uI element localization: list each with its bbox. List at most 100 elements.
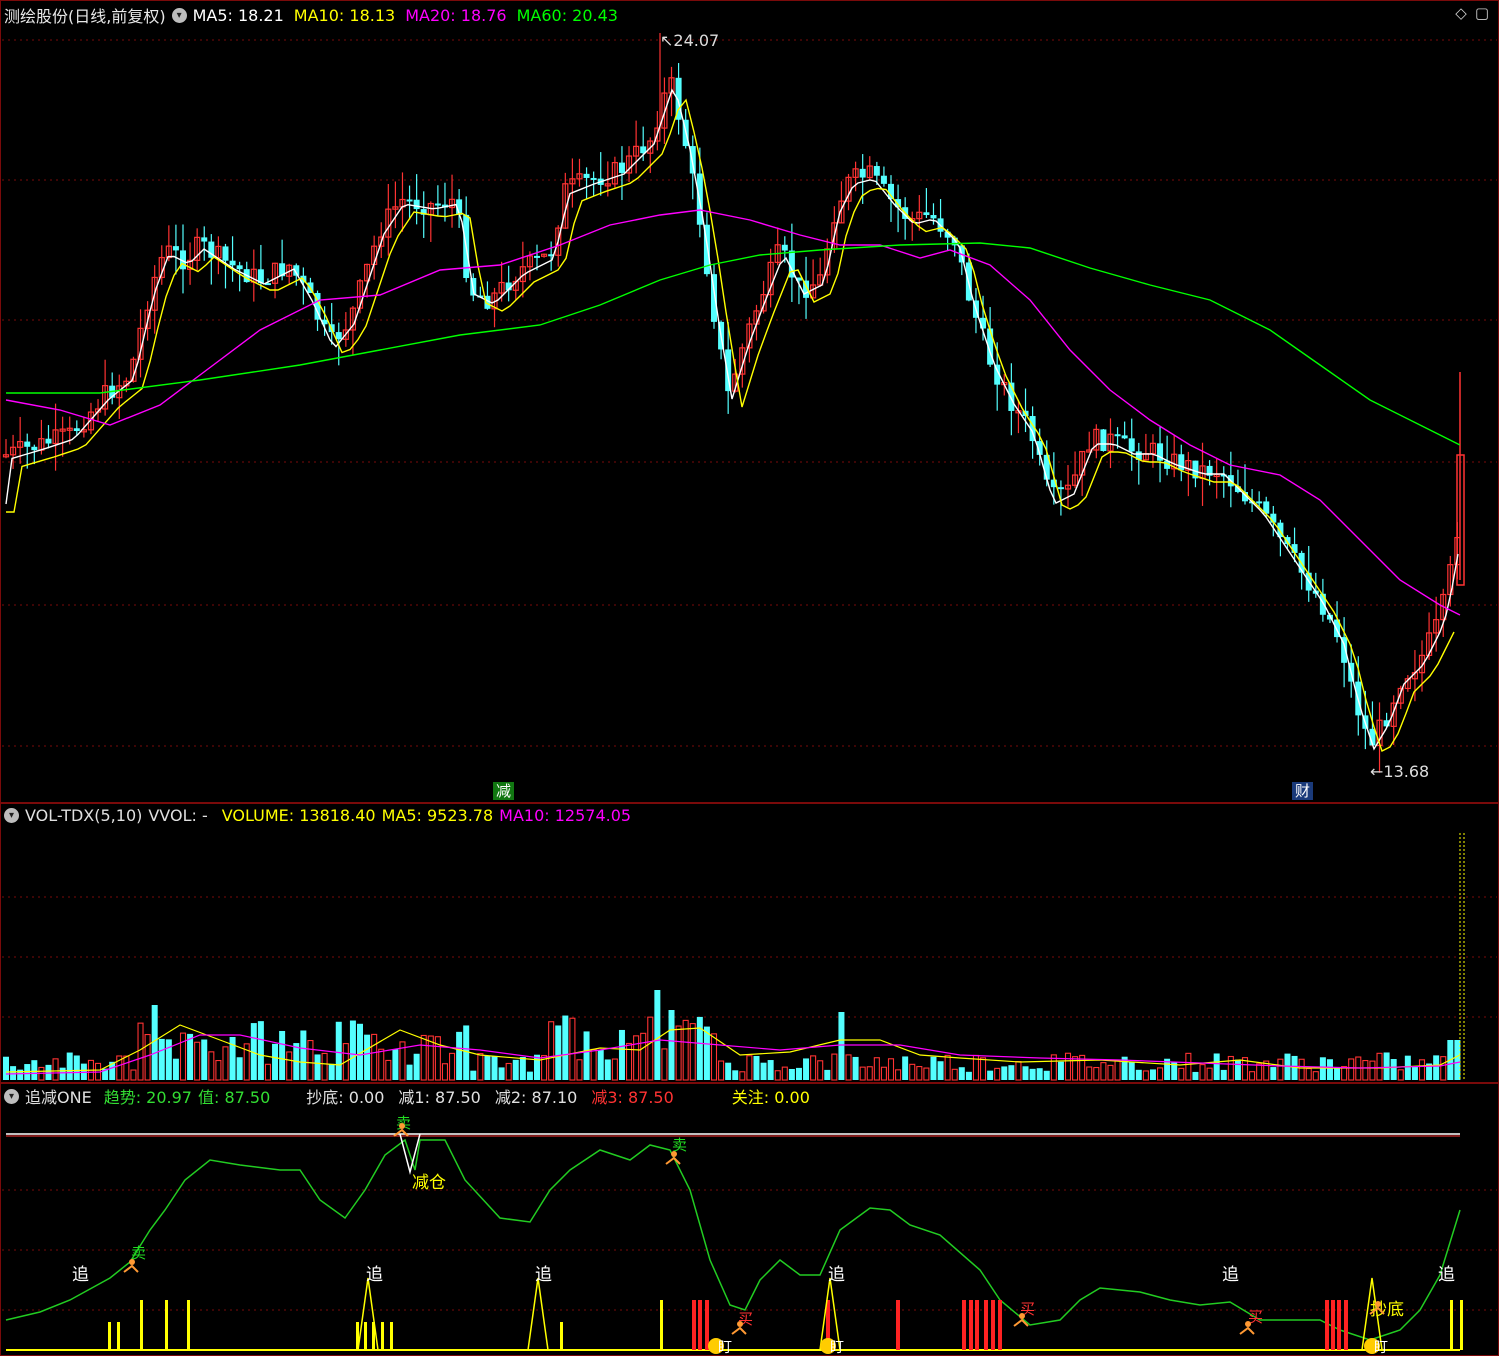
volume-bar-up <box>887 1058 895 1081</box>
volume-bar-down <box>824 1069 831 1080</box>
candle-body-down <box>873 166 880 176</box>
volume-bar-up <box>633 1035 640 1081</box>
signal-bar-yellow <box>140 1300 143 1350</box>
volume-bar-down <box>484 1055 491 1080</box>
signal-bar-red <box>991 1300 995 1350</box>
ma60-line <box>6 242 1461 446</box>
volume-bar-up <box>916 1066 923 1081</box>
vol-ma10-line <box>5 1034 1461 1075</box>
runner-icon <box>731 1326 747 1335</box>
volume-bar-down <box>958 1067 965 1080</box>
candle-body-down <box>1121 435 1128 439</box>
ma-labels: MA5: 18.21 MA10: 18.13 MA20: 18.76 MA60: 20… <box>193 6 618 25</box>
indicator-name[interactable]: 追减ONE <box>25 1084 92 1108</box>
chevron-down-icon[interactable]: ▾ <box>171 7 187 23</box>
volume-bar-up <box>1093 1066 1100 1081</box>
volume-bar-up <box>222 1046 229 1081</box>
volume-bar-down <box>349 1020 356 1080</box>
volume-bar-up <box>385 1059 392 1081</box>
volume-bar-up <box>873 1057 880 1081</box>
candle-body-down <box>923 212 930 216</box>
chart-canvas[interactable]: 追追追追追追减仓抄底卖卖卖买买 买盯盯盯 <box>0 0 1499 1356</box>
volume-bar-up <box>1199 1064 1206 1081</box>
volume-bar-down <box>392 1049 399 1080</box>
volume-bar-down <box>512 1059 519 1080</box>
ma5-line <box>5 88 1459 751</box>
diamond-icon[interactable]: ◇ <box>1455 4 1467 22</box>
candle-body-down <box>31 446 38 451</box>
volume-bar-up <box>1376 1052 1383 1081</box>
signal-bar-red <box>698 1300 702 1350</box>
ma-label-1: MA10: 18.13 <box>293 5 396 25</box>
volume-bar-up <box>215 1059 222 1081</box>
signal-bar-red <box>1331 1300 1335 1350</box>
volume-value: VOLUME: 13818.40 <box>221 805 376 825</box>
signal-bar-yellow <box>390 1322 393 1350</box>
volume-bar-down <box>1036 1068 1043 1080</box>
volume-bar-down <box>519 1056 526 1080</box>
volume-bar-up <box>123 1055 130 1081</box>
volume-bar-down <box>930 1056 937 1080</box>
window-icon[interactable]: ▢ <box>1475 4 1489 22</box>
volume-bar-up <box>1369 1060 1376 1081</box>
volume-bar-down <box>1135 1069 1142 1080</box>
ding-label: 盯 <box>1374 1340 1388 1356</box>
jian1-value: 减1: 87.50 <box>398 1088 481 1107</box>
volume-bar-up <box>647 1016 654 1081</box>
candle-body-down <box>1178 454 1185 471</box>
indicator-panel-header: ▾ 追减ONE 趋势: 20.97 值: 87.50 抄底: 0.00 减1: … <box>4 1085 810 1107</box>
volume-bar-down <box>201 1039 208 1080</box>
volume-bar-down <box>965 1071 972 1080</box>
volume-bar-up <box>746 1055 753 1081</box>
volume-bar-up <box>1341 1066 1348 1081</box>
volume-bar-up <box>718 1060 725 1081</box>
chevron-down-icon[interactable]: ▾ <box>4 1088 19 1104</box>
volume-bar-up <box>208 1051 215 1081</box>
volume-bar-down <box>59 1067 66 1080</box>
volume-bar-down <box>604 1059 611 1080</box>
vol-indicator-name[interactable]: VOL-TDX(5,10) <box>25 806 142 825</box>
volume-bar-up <box>923 1067 930 1081</box>
signal-bar-red <box>984 1300 988 1350</box>
stock-title[interactable]: 测绘股份(日线,前复权) <box>4 3 166 27</box>
candle-body-down <box>725 349 732 392</box>
volume-bar-down <box>696 1016 703 1080</box>
jian2-value: 减2: 87.10 <box>494 1088 578 1107</box>
volume-bar-down <box>618 1029 625 1080</box>
chevron-down-icon[interactable]: ▾ <box>4 807 19 823</box>
volume-bar-up <box>817 1060 824 1081</box>
signal-bar-red <box>962 1300 966 1350</box>
volume-bar-down <box>1383 1052 1390 1080</box>
volume-bar-down <box>1390 1059 1397 1080</box>
runner-icon <box>1245 1321 1251 1327</box>
volume-bar-down <box>187 1033 194 1080</box>
ma10-line <box>6 98 1455 752</box>
volume-bar-down <box>902 1056 909 1080</box>
runner-icon <box>737 1321 743 1327</box>
candle-body-down <box>590 177 597 180</box>
candle-body-down <box>1057 487 1064 490</box>
volume-bar-up <box>810 1055 817 1081</box>
runner-icon <box>399 1123 405 1129</box>
volume-bar-up <box>739 1071 746 1081</box>
mai-label: 卖 <box>396 1114 411 1132</box>
candle-body-down <box>24 441 31 447</box>
volume-bar-up <box>1277 1058 1284 1081</box>
vol-ma5-value: MA5: 9523.78 <box>381 805 494 825</box>
volume-bar-up <box>866 1066 873 1081</box>
volume-bar-down <box>463 1025 470 1080</box>
signal-bar-yellow <box>108 1322 111 1350</box>
volume-bar-down <box>937 1061 944 1080</box>
runner-icon <box>1019 1313 1025 1319</box>
volume-bar-up <box>951 1068 958 1081</box>
candle-body-down <box>73 428 80 432</box>
volume-bar-up <box>909 1063 916 1081</box>
volume-bar-down <box>1270 1067 1277 1080</box>
signal-bar-yellow <box>117 1322 120 1350</box>
volume-bar-down <box>1326 1059 1333 1080</box>
runner-icon <box>1375 1301 1381 1307</box>
volume-bar-down <box>1411 1065 1418 1080</box>
zhui-label: 追 <box>366 1265 383 1285</box>
high-price-label: ↖24.07 <box>660 31 720 50</box>
volume-bar-down <box>1022 1066 1029 1080</box>
